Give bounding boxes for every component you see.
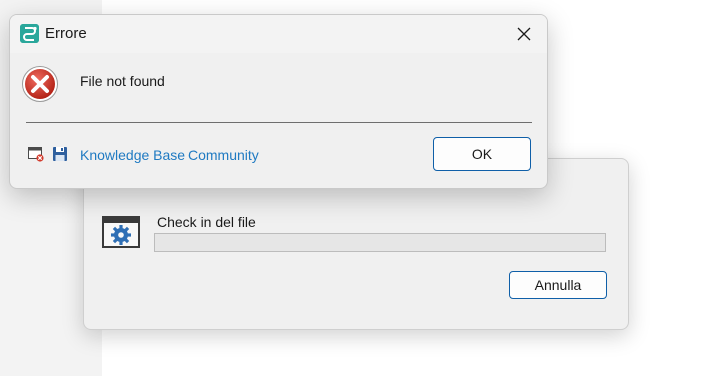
error-message: File not found [80,73,165,89]
title-bar: Errore [10,15,547,53]
community-link[interactable]: Community [188,147,259,163]
save-icon[interactable] [52,146,68,162]
app-logo-icon [20,24,39,43]
window-error-icon[interactable] [28,146,44,162]
knowledge-base-link[interactable]: Knowledge Base [80,147,185,163]
error-x-icon [22,66,58,102]
close-button[interactable] [501,15,547,53]
cancel-button[interactable]: Annulla [509,271,607,299]
progress-bar [154,233,606,252]
dialog-title: Errore [45,25,87,42]
ok-button[interactable]: OK [433,137,531,171]
close-icon [517,27,531,41]
error-dialog: Errore File not found Knowledge Base Com… [9,14,548,189]
window-gear-icon [102,216,140,248]
progress-label: Check in del file [157,214,256,230]
divider [26,122,532,123]
